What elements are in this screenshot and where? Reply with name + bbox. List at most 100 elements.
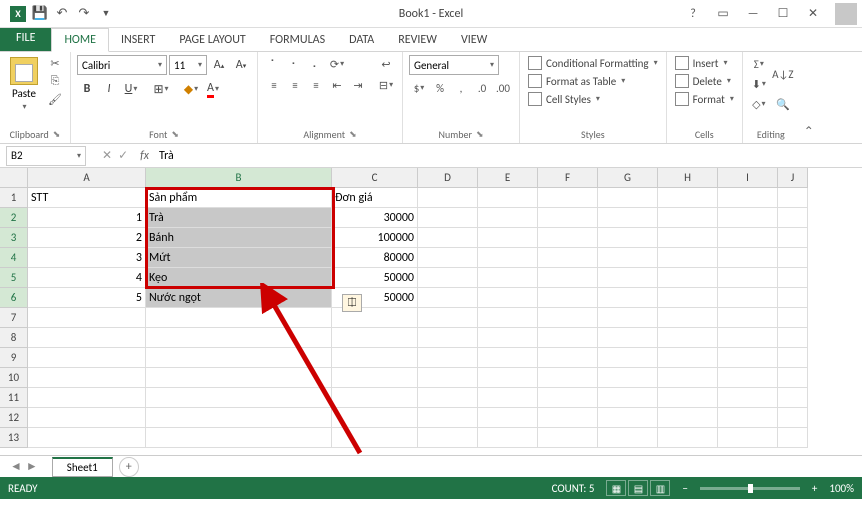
format-painter-icon[interactable]: 🖌 bbox=[46, 91, 64, 107]
cell[interactable] bbox=[598, 288, 658, 308]
column-header[interactable]: D bbox=[418, 168, 478, 188]
tab-review[interactable]: REVIEW bbox=[386, 29, 449, 51]
sheet-nav-next-icon[interactable]: ► bbox=[26, 459, 38, 474]
fx-icon[interactable]: fx bbox=[134, 149, 155, 163]
undo-icon[interactable]: ↶ bbox=[54, 6, 70, 22]
cell[interactable] bbox=[598, 228, 658, 248]
delete-cells-button[interactable]: Delete▾ bbox=[673, 73, 733, 89]
row-header[interactable]: 11 bbox=[0, 388, 28, 408]
align-center-icon[interactable]: ≡ bbox=[285, 76, 305, 94]
cell[interactable] bbox=[718, 188, 778, 208]
cell[interactable] bbox=[658, 428, 718, 448]
cell[interactable]: Mứt bbox=[146, 248, 332, 268]
cancel-formula-icon[interactable]: ✕ bbox=[102, 148, 112, 163]
cell[interactable] bbox=[718, 308, 778, 328]
row-header[interactable]: 2 bbox=[0, 208, 28, 228]
cell[interactable] bbox=[778, 228, 808, 248]
copy-icon[interactable]: ⎘ bbox=[46, 73, 64, 89]
cell[interactable] bbox=[28, 348, 146, 368]
cell[interactable] bbox=[598, 408, 658, 428]
cell[interactable] bbox=[658, 328, 718, 348]
cell[interactable] bbox=[778, 348, 808, 368]
cell[interactable] bbox=[598, 268, 658, 288]
cell[interactable] bbox=[778, 308, 808, 328]
column-header[interactable]: A bbox=[28, 168, 146, 188]
cell[interactable] bbox=[598, 368, 658, 388]
zoom-slider[interactable] bbox=[700, 487, 800, 490]
cell[interactable] bbox=[478, 368, 538, 388]
align-right-icon[interactable]: ≡ bbox=[306, 76, 326, 94]
fill-icon[interactable]: ⬇▾ bbox=[749, 75, 769, 93]
cell[interactable] bbox=[538, 248, 598, 268]
number-format-combo[interactable]: General▾ bbox=[409, 55, 499, 75]
cell[interactable] bbox=[598, 248, 658, 268]
cell[interactable] bbox=[658, 228, 718, 248]
cell[interactable] bbox=[598, 388, 658, 408]
decrease-indent-icon[interactable]: ⇤ bbox=[327, 76, 347, 94]
align-middle-icon[interactable]: ⠂ bbox=[285, 55, 305, 73]
cell[interactable] bbox=[418, 328, 478, 348]
increase-font-icon[interactable]: A▴ bbox=[209, 55, 229, 75]
cell[interactable] bbox=[332, 328, 418, 348]
cell[interactable] bbox=[478, 188, 538, 208]
column-header[interactable]: F bbox=[538, 168, 598, 188]
cell[interactable]: 50000 bbox=[332, 268, 418, 288]
cell[interactable] bbox=[146, 348, 332, 368]
cell[interactable] bbox=[718, 408, 778, 428]
cell[interactable] bbox=[598, 308, 658, 328]
cell[interactable] bbox=[28, 428, 146, 448]
cell[interactable] bbox=[478, 268, 538, 288]
maximize-icon[interactable]: ☐ bbox=[769, 4, 797, 24]
font-color-icon[interactable]: A▾ bbox=[203, 79, 223, 99]
cell[interactable] bbox=[538, 328, 598, 348]
cell[interactable] bbox=[658, 308, 718, 328]
redo-icon[interactable]: ↷ bbox=[76, 6, 92, 22]
cell[interactable]: Bánh bbox=[146, 228, 332, 248]
format-cells-button[interactable]: Format▾ bbox=[673, 91, 736, 107]
clear-icon[interactable]: ◇▾ bbox=[749, 95, 769, 113]
cell[interactable]: 3 bbox=[28, 248, 146, 268]
cell[interactable] bbox=[28, 368, 146, 388]
cell[interactable] bbox=[718, 248, 778, 268]
cell-styles-button[interactable]: Cell Styles▾ bbox=[526, 91, 602, 107]
column-header[interactable]: G bbox=[598, 168, 658, 188]
cell[interactable] bbox=[718, 368, 778, 388]
select-all-corner[interactable] bbox=[0, 168, 28, 188]
cell[interactable] bbox=[658, 368, 718, 388]
cell[interactable]: Sản phẩm bbox=[146, 188, 332, 208]
cell[interactable] bbox=[538, 208, 598, 228]
decrease-font-icon[interactable]: A▾ bbox=[231, 55, 251, 75]
cell[interactable]: 80000 bbox=[332, 248, 418, 268]
row-header[interactable]: 5 bbox=[0, 268, 28, 288]
font-name-combo[interactable]: Calibri▾ bbox=[77, 55, 167, 75]
bold-button[interactable]: B bbox=[77, 79, 97, 99]
cell[interactable]: Trà bbox=[146, 208, 332, 228]
cell[interactable] bbox=[598, 428, 658, 448]
cell[interactable] bbox=[418, 188, 478, 208]
orientation-icon[interactable]: ⟳▾ bbox=[327, 55, 347, 73]
cell[interactable]: 4 bbox=[28, 268, 146, 288]
cell[interactable] bbox=[478, 288, 538, 308]
column-header[interactable]: B bbox=[146, 168, 332, 188]
cell[interactable] bbox=[658, 268, 718, 288]
cell[interactable] bbox=[332, 348, 418, 368]
cell[interactable] bbox=[146, 428, 332, 448]
cell[interactable] bbox=[478, 388, 538, 408]
accounting-format-icon[interactable]: $▾ bbox=[409, 79, 429, 97]
align-bottom-icon[interactable]: ⠄ bbox=[306, 55, 326, 73]
cell[interactable] bbox=[718, 208, 778, 228]
row-header[interactable]: 13 bbox=[0, 428, 28, 448]
cell[interactable] bbox=[538, 268, 598, 288]
cell[interactable] bbox=[718, 228, 778, 248]
cell[interactable] bbox=[538, 228, 598, 248]
cell[interactable] bbox=[778, 188, 808, 208]
ribbon-options-icon[interactable]: ▭ bbox=[709, 4, 737, 24]
comma-format-icon[interactable]: , bbox=[451, 79, 471, 97]
font-size-combo[interactable]: 11▾ bbox=[169, 55, 207, 75]
decrease-decimal-icon[interactable]: .00 bbox=[493, 79, 513, 97]
cell[interactable] bbox=[146, 308, 332, 328]
formula-input[interactable]: Trà bbox=[155, 149, 862, 163]
cell[interactable] bbox=[418, 388, 478, 408]
cell[interactable] bbox=[478, 328, 538, 348]
cell[interactable] bbox=[538, 428, 598, 448]
